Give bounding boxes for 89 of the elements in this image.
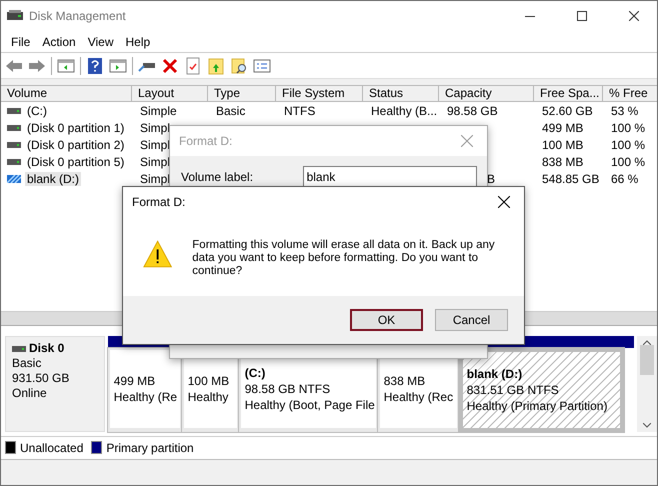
table-cell-text: Simple <box>139 104 178 118</box>
table-cell-text: 499 MB <box>541 120 584 134</box>
partition-label: (C:) <box>244 365 266 381</box>
close-icon <box>629 11 639 21</box>
partition-status: Healthy (Primary Partition) <box>466 398 608 414</box>
table-cell-text: Simpl <box>139 172 172 186</box>
partition-size: 98.58 GB NTFS <box>244 381 332 397</box>
drive-icon <box>7 108 21 114</box>
table-cell-text: 66 % <box>610 172 640 186</box>
partition-label: blank (D:) <box>466 366 524 382</box>
field-label: Volume label: <box>181 170 254 184</box>
console-icon[interactable] <box>109 56 127 74</box>
legend-label: Primary partition <box>106 440 194 454</box>
dialog-title: Format D: <box>179 134 232 148</box>
table-cell-text: (Disk 0 partition 5) <box>26 154 126 168</box>
table-cell-text: 98.58 GB <box>446 104 499 118</box>
warning-message: Formatting this volume will erase all data on it. Back up any data you want to keep before formatting. Do you want to continue? <box>192 239 496 278</box>
checklist-icon[interactable] <box>253 56 271 74</box>
delete-icon[interactable] <box>161 56 179 74</box>
table-cell-text: NTFS <box>283 104 316 118</box>
table-cell-text: 100 % <box>610 138 646 152</box>
table-cell-text: 100 MB <box>541 138 584 152</box>
volume-label-field[interactable]: blank <box>302 166 477 188</box>
table-cell-text: (Disk 0 partition 2) <box>26 138 126 152</box>
vertical-scrollbar[interactable] <box>637 336 657 432</box>
menu-item[interactable]: View <box>82 34 120 48</box>
column-header[interactable]: Type <box>208 85 276 102</box>
close-icon <box>461 135 473 147</box>
partition-block[interactable]: blank (D:) 831.51 GB NTFS Healthy (Primary Partition) <box>458 348 624 432</box>
table-cell-text: Healthy (B... <box>370 104 438 118</box>
legend-label: Unallocated <box>20 440 84 454</box>
dialog-title: Format D: <box>132 195 186 209</box>
partition-size: 100 MB <box>188 373 230 389</box>
table-cell-text: Simpl <box>139 138 172 152</box>
warning-icon <box>143 239 172 269</box>
table-cell-text: Basic <box>215 104 246 118</box>
disk-state: Online <box>12 386 48 401</box>
partition-status: Healthy (Rec <box>384 389 453 405</box>
column-header[interactable]: Volume <box>1 85 132 102</box>
partition-block[interactable]: 499 MB Healthy (Re <box>108 348 182 432</box>
column-header[interactable]: Free Spa... <box>534 85 603 102</box>
table-cell-text: 100 % <box>610 154 646 168</box>
table-cell-text: 52.60 GB <box>541 104 594 118</box>
menu-item[interactable]: File <box>5 34 36 48</box>
table-cell-text: 838 MB <box>541 154 584 168</box>
drive-icon <box>7 142 21 148</box>
column-header[interactable]: File System <box>276 85 363 102</box>
disk-name: Disk 0 <box>29 341 64 356</box>
drive-icon <box>7 158 21 164</box>
table-cell-text: 100 % <box>610 120 646 134</box>
partition-status: Healthy (Boot, Page File <box>244 397 372 413</box>
partition-status: Healthy (Re <box>114 389 176 405</box>
help-icon[interactable] <box>86 56 104 74</box>
cancel-button[interactable]: Cancel <box>435 309 508 331</box>
table-cell-text: 548.85 GB <box>541 172 600 186</box>
window-title: Disk Management <box>29 9 127 23</box>
menu-item[interactable]: Action <box>36 34 82 48</box>
console-icon[interactable] <box>57 56 75 74</box>
column-header[interactable]: Status <box>363 85 439 102</box>
column-header[interactable]: Layout <box>132 85 208 102</box>
disk-size: 931.50 GB <box>12 371 70 386</box>
table-cell-text: (C:) <box>26 104 48 118</box>
volume-icon <box>7 174 21 182</box>
folder-up-icon[interactable] <box>207 56 225 74</box>
partition-size: 499 MB <box>114 373 156 389</box>
scroll-thumb[interactable] <box>640 345 654 375</box>
table-cell-text: 53 % <box>610 104 640 118</box>
drive-icon <box>12 346 26 352</box>
app-icon <box>7 9 23 23</box>
properties-icon[interactable] <box>184 56 202 74</box>
table-cell-text: Simpl <box>139 120 172 134</box>
table-cell-text: (Disk 0 partition 1) <box>26 120 126 134</box>
disk-type: Basic <box>12 356 42 371</box>
close-icon <box>498 196 510 208</box>
table-cell-text: B <box>486 172 496 186</box>
partition-status: Healthy <box>188 389 230 405</box>
column-header[interactable]: % Free <box>603 85 657 102</box>
table-cell-text: Simpl <box>139 154 172 168</box>
column-header[interactable]: Capacity <box>439 85 534 102</box>
menu-item[interactable]: Help <box>120 34 156 48</box>
partition-size: 838 MB <box>384 373 426 389</box>
table-cell: blank (D:) <box>25 172 82 186</box>
maximize-icon <box>577 11 587 21</box>
scroll-down-icon <box>643 423 652 428</box>
drive-icon <box>7 124 21 130</box>
ok-button[interactable]: OK <box>350 309 423 331</box>
partition-size: 831.51 GB NTFS <box>466 382 560 398</box>
scroll-up-icon <box>643 340 652 345</box>
search-icon[interactable] <box>230 56 248 74</box>
